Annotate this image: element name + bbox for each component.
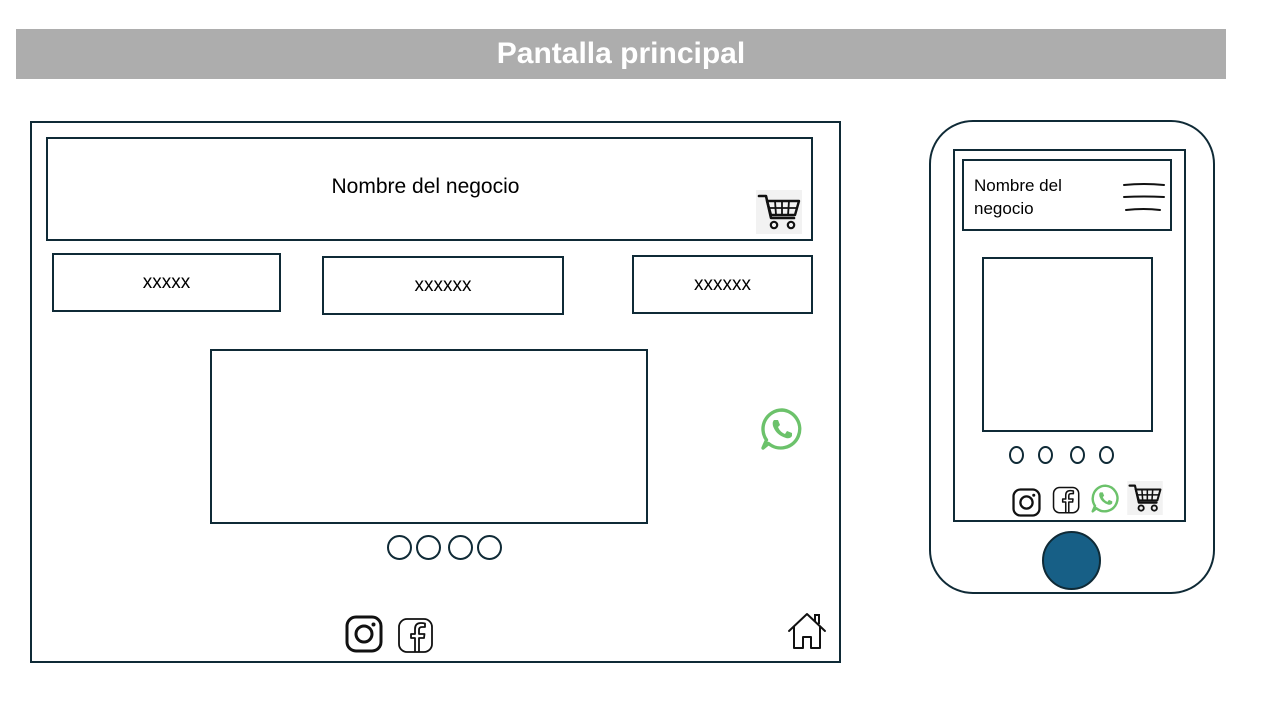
page-title: Pantalla principal xyxy=(16,29,1226,79)
phone-home-button[interactable] xyxy=(1042,531,1101,590)
nav-button-2[interactable]: xxxxxx xyxy=(322,256,564,315)
carousel-dot-4[interactable] xyxy=(477,535,502,560)
nav-button-label: xxxxx xyxy=(142,271,191,293)
facebook-icon[interactable] xyxy=(1052,486,1081,515)
mobile-carousel xyxy=(982,257,1153,432)
shopping-cart-icon[interactable] xyxy=(1127,481,1163,515)
carousel-dot-3[interactable] xyxy=(448,535,473,560)
mobile-carousel-dot-1[interactable] xyxy=(1009,446,1024,464)
whatsapp-icon[interactable] xyxy=(1090,483,1121,514)
mobile-carousel-dot-3[interactable] xyxy=(1070,446,1085,464)
carousel-dot-2[interactable] xyxy=(416,535,441,560)
page-title-text: Pantalla principal xyxy=(496,37,746,70)
nav-button-label: xxxxxx xyxy=(694,273,751,295)
mobile-business-name: Nombre del negocio xyxy=(974,176,1062,218)
hamburger-menu-icon[interactable] xyxy=(1122,180,1166,216)
nav-button-1[interactable]: xxxxx xyxy=(52,253,281,312)
desktop-carousel xyxy=(210,349,648,524)
instagram-icon[interactable] xyxy=(345,615,383,653)
carousel-dot-1[interactable] xyxy=(387,535,412,560)
nav-button-3[interactable]: xxxxxx xyxy=(632,255,813,314)
shopping-cart-icon[interactable] xyxy=(756,190,802,234)
home-icon[interactable] xyxy=(786,611,828,651)
whatsapp-icon[interactable] xyxy=(759,406,805,452)
nav-button-label: xxxxxx xyxy=(414,274,472,296)
desktop-header: Nombre del negocio xyxy=(46,137,813,241)
facebook-icon[interactable] xyxy=(397,617,435,655)
mobile-carousel-dot-2[interactable] xyxy=(1038,446,1053,464)
mobile-carousel-dot-4[interactable] xyxy=(1099,446,1114,464)
desktop-business-name: Nombre del negocio xyxy=(331,174,520,198)
instagram-icon[interactable] xyxy=(1012,488,1041,517)
